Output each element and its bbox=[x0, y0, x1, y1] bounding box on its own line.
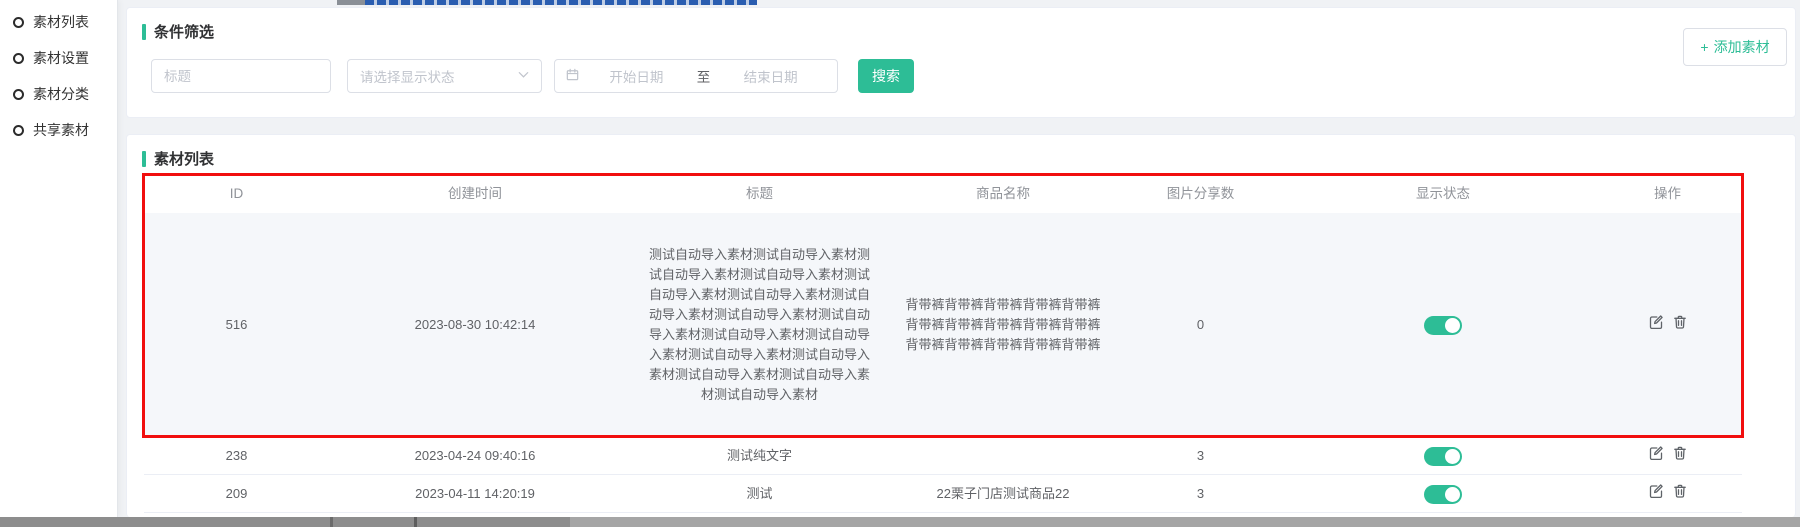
cell-created-time: 2023-04-11 14:20:19 bbox=[329, 478, 621, 510]
column-header-title: 标题 bbox=[621, 178, 898, 210]
toggle-knob bbox=[1445, 318, 1460, 333]
table-row: 238 2023-04-24 09:40:16 测试纯文字 3 bbox=[144, 437, 1742, 475]
cell-product-name: 22栗子门店测试商品22 bbox=[937, 484, 1070, 504]
table-row: 516 2023-08-30 10:42:14 测试自动导入素材测试自动导入素材… bbox=[144, 213, 1742, 437]
edit-icon[interactable] bbox=[1648, 314, 1664, 330]
table-header-row: ID 创建时间 标题 商品名称 图片分享数 显示状态 操作 bbox=[144, 175, 1742, 213]
title-filter-input[interactable] bbox=[152, 60, 330, 92]
materials-table: ID 创建时间 标题 商品名称 图片分享数 显示状态 操作 516 2023-0… bbox=[144, 175, 1742, 513]
sidebar-item-label: 共享素材 bbox=[33, 120, 89, 140]
calendar-icon bbox=[565, 67, 580, 85]
cell-id: 209 bbox=[144, 478, 329, 510]
section-accent-bar bbox=[142, 151, 146, 167]
cell-share-count: 3 bbox=[1108, 440, 1293, 472]
cell-title: 测试自动导入素材测试自动导入素材测试自动导入素材测试自动导入素材测试自动导入素材… bbox=[647, 245, 873, 405]
sidebar-item-label: 素材列表 bbox=[33, 12, 89, 32]
clipped-top-gray-fragment bbox=[337, 0, 365, 5]
cell-created-time: 2023-04-24 09:40:16 bbox=[329, 440, 621, 472]
sidebar-item-label: 素材分类 bbox=[33, 84, 89, 104]
radio-circle-icon bbox=[13, 89, 24, 100]
sidebar-item-material-list[interactable]: 素材列表 bbox=[0, 4, 117, 40]
cell-id: 238 bbox=[144, 440, 329, 472]
search-button[interactable]: 搜索 bbox=[858, 59, 914, 93]
list-section-title: 素材列表 bbox=[154, 148, 214, 169]
highlight-region: ID 创建时间 标题 商品名称 图片分享数 显示状态 操作 516 2023-0… bbox=[144, 175, 1742, 437]
cell-title: 测试 bbox=[746, 484, 772, 504]
column-header-actions: 操作 bbox=[1593, 178, 1742, 210]
material-list-panel: 素材列表 ID 创建时间 标题 商品名称 图片分享数 显示状态 操作 516 2… bbox=[126, 134, 1796, 517]
delete-icon[interactable] bbox=[1672, 445, 1688, 461]
toggle-knob bbox=[1445, 487, 1460, 502]
date-start-input[interactable]: 开始日期 bbox=[580, 66, 693, 86]
clipped-top-link-text bbox=[365, 0, 757, 5]
filter-panel: 条件筛选 请选择显示状态 开始日期 至 结束日期 搜索 bbox=[126, 7, 1796, 118]
cell-id: 516 bbox=[144, 309, 329, 341]
column-header-share-count: 图片分享数 bbox=[1108, 178, 1293, 210]
sidebar: 素材列表 素材设置 素材分类 共享素材 bbox=[0, 0, 118, 517]
display-status-select[interactable]: 请选择显示状态 bbox=[347, 59, 542, 93]
add-material-button[interactable]: + 添加素材 bbox=[1683, 28, 1787, 66]
radio-circle-icon bbox=[13, 17, 24, 28]
sidebar-item-material-category[interactable]: 素材分类 bbox=[0, 76, 117, 112]
scrollbar-thumb[interactable] bbox=[0, 517, 570, 527]
plus-icon: + bbox=[1700, 39, 1708, 55]
delete-icon[interactable] bbox=[1672, 483, 1688, 499]
scrollbar-tick bbox=[330, 517, 333, 527]
toggle-knob bbox=[1445, 449, 1460, 464]
add-material-label: 添加素材 bbox=[1714, 37, 1770, 57]
filter-section-title: 条件筛选 bbox=[154, 21, 214, 42]
column-header-id: ID bbox=[144, 178, 329, 210]
cell-share-count: 0 bbox=[1108, 309, 1293, 341]
horizontal-scrollbar[interactable] bbox=[0, 517, 1800, 527]
section-accent-bar bbox=[142, 24, 146, 40]
sidebar-item-label: 素材设置 bbox=[33, 48, 89, 68]
display-status-toggle[interactable] bbox=[1424, 485, 1462, 504]
chevron-down-icon bbox=[516, 67, 531, 85]
radio-circle-icon bbox=[13, 125, 24, 136]
main-content: 条件筛选 请选择显示状态 开始日期 至 结束日期 搜索 bbox=[118, 0, 1800, 517]
cell-title: 测试纯文字 bbox=[727, 446, 792, 466]
scrollbar-tick bbox=[414, 517, 417, 527]
edit-icon[interactable] bbox=[1648, 483, 1664, 499]
table-row: 209 2023-04-11 14:20:19 测试 22栗子门店测试商品22 … bbox=[144, 475, 1742, 513]
sidebar-item-material-settings[interactable]: 素材设置 bbox=[0, 40, 117, 76]
radio-circle-icon bbox=[13, 53, 24, 64]
column-header-display-status: 显示状态 bbox=[1293, 178, 1593, 210]
cell-created-time: 2023-08-30 10:42:14 bbox=[329, 309, 621, 341]
sidebar-item-shared-material[interactable]: 共享素材 bbox=[0, 112, 117, 148]
title-filter-field bbox=[151, 59, 331, 93]
column-header-product-name: 商品名称 bbox=[898, 178, 1108, 210]
date-end-input[interactable]: 结束日期 bbox=[714, 66, 827, 86]
display-status-toggle[interactable] bbox=[1424, 447, 1462, 466]
date-separator: 至 bbox=[693, 66, 715, 86]
cell-product-name: 背带裤背带裤背带裤背带裤背带裤背带裤背带裤背带裤背带裤背带裤背带裤背带裤背带裤背… bbox=[904, 295, 1102, 355]
display-status-toggle[interactable] bbox=[1424, 316, 1462, 335]
display-status-placeholder: 请选择显示状态 bbox=[360, 66, 455, 86]
delete-icon[interactable] bbox=[1672, 314, 1688, 330]
edit-icon[interactable] bbox=[1648, 445, 1664, 461]
cell-share-count: 3 bbox=[1108, 478, 1293, 510]
column-header-created-time: 创建时间 bbox=[329, 178, 621, 210]
date-range-picker[interactable]: 开始日期 至 结束日期 bbox=[554, 59, 838, 93]
